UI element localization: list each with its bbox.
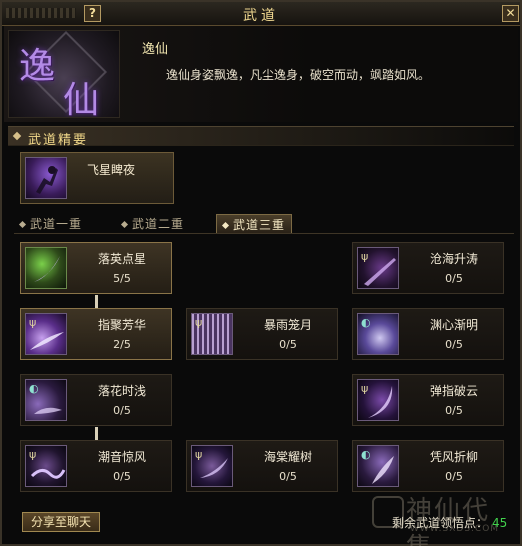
purple-sword-strike-icon: ψ xyxy=(357,247,399,289)
skill-connector xyxy=(95,427,98,441)
skill-slot[interactable]: 落英点星 5/5 xyxy=(20,242,172,294)
skill-slot[interactable]: ψ 海棠耀树 0/5 xyxy=(186,440,338,492)
skill-connector xyxy=(95,295,98,309)
tier-tabs: 武道一重 武道二重 武道三重 xyxy=(14,214,514,234)
skill-name: 沧海升涛 xyxy=(429,252,478,266)
path-emblem: 逸 仙 xyxy=(8,30,120,118)
tab-bullet-icon xyxy=(18,220,27,229)
purple-rain-icon: ψ xyxy=(191,313,233,355)
skill-level: 5/5 xyxy=(113,272,131,285)
skill-name: 暴雨笼月 xyxy=(263,318,312,332)
path-header: 逸 仙 逸仙 逸仙身姿飘逸，凡尘逸身，破空而动，飒踏如风。 xyxy=(4,26,518,122)
skill-slot[interactable]: ψ 暴雨笼月 0/5 xyxy=(186,308,338,360)
tab-label: 武道三重 xyxy=(233,218,286,232)
tab-label: 武道二重 xyxy=(132,217,185,231)
emblem-char-1: 逸 xyxy=(19,46,56,87)
tab-divider xyxy=(14,233,514,234)
skill-name: 潮音惊风 xyxy=(97,450,146,464)
skill-name: 弹指破云 xyxy=(429,384,478,398)
skill-level: 0/5 xyxy=(279,470,297,483)
remaining-points-value: 45 xyxy=(492,516,508,530)
skill-name: 渊心渐明 xyxy=(429,318,478,332)
tab-tier-1[interactable]: 武道一重 xyxy=(14,214,88,234)
tab-bullet-icon xyxy=(120,220,129,229)
tier-mark-icon: ψ xyxy=(29,448,37,461)
purple-comet-icon: ◐ xyxy=(25,379,67,421)
essence-section-bar: 武道精要 xyxy=(8,126,514,148)
skill-slot[interactable]: ◐ 落花时浅 0/5 xyxy=(20,374,172,426)
tier-mark-icon: ψ xyxy=(195,316,203,329)
skill-level: 0/5 xyxy=(279,338,297,351)
tier-mark-icon: ◐ xyxy=(29,382,39,395)
tier-mark-icon: ψ xyxy=(195,448,203,461)
window-title: 武道 xyxy=(243,8,279,24)
skill-level: 0/5 xyxy=(445,272,463,285)
title-bar[interactable]: ? 武道 ✕ xyxy=(2,2,520,26)
tab-tier-2[interactable]: 武道二重 xyxy=(116,214,190,234)
skill-name: 落英点星 xyxy=(97,252,146,266)
shadow-warrior-icon xyxy=(25,157,67,199)
skill-name: 海棠耀树 xyxy=(263,450,312,464)
skill-level: 0/5 xyxy=(445,338,463,351)
skill-tree: 落英点星 5/5 ψ 沧海升涛 0/5 ψ 指聚芳华 2/5 ψ 暴雨笼月 0/… xyxy=(8,238,514,500)
skill-name: 落花时浅 xyxy=(97,384,146,398)
skill-level: 0/5 xyxy=(445,470,463,483)
share-to-chat-button[interactable]: 分享至聊天 xyxy=(22,512,100,532)
tier-mark-icon: ◐ xyxy=(361,316,371,329)
skill-slot[interactable]: ◐ 凭风折柳 0/5 xyxy=(352,440,504,492)
essence-section-title: 武道精要 xyxy=(28,133,89,148)
tab-bullet-icon xyxy=(221,221,230,230)
tier-mark-icon: ψ xyxy=(361,250,369,263)
tab-tier-3[interactable]: 武道三重 xyxy=(216,214,293,234)
tier-mark-icon: ψ xyxy=(29,316,37,329)
essence-skill-slot[interactable]: 飞星睥夜 xyxy=(20,152,174,204)
remaining-points-label: 剩余武道领悟点： xyxy=(392,516,489,530)
skill-slot[interactable]: ψ 指聚芳华 2/5 xyxy=(20,308,172,360)
green-moon-slash-icon xyxy=(25,247,67,289)
tab-label: 武道一重 xyxy=(30,217,83,231)
purple-wind-icon: ◐ xyxy=(357,445,399,487)
martial-path-window: ? 武道 ✕ 逸 仙 逸仙 逸仙身姿飘逸，凡尘逸身，破空而动，飒踏如风。 武道精… xyxy=(0,0,522,546)
purple-wave-icon: ψ xyxy=(25,445,67,487)
skill-slot[interactable]: ψ 弹指破云 0/5 xyxy=(352,374,504,426)
skill-slot[interactable]: ψ 潮音惊风 0/5 xyxy=(20,440,172,492)
section-bullet-icon xyxy=(12,131,22,141)
remaining-points: 剩余武道领悟点： 45 xyxy=(392,514,507,531)
skill-level: 2/5 xyxy=(113,338,131,351)
emblem-char-2: 仙 xyxy=(63,80,100,118)
blue-glow-icon: ◐ xyxy=(357,313,399,355)
skill-level: 0/5 xyxy=(445,404,463,417)
skill-level: 0/5 xyxy=(113,470,131,483)
skill-slot[interactable]: ψ 沧海升涛 0/5 xyxy=(352,242,504,294)
path-description: 逸仙身姿飘逸，凡尘逸身，破空而动，飒踏如风。 xyxy=(166,68,431,82)
skill-level: 0/5 xyxy=(113,404,131,417)
purple-slash-icon: ψ xyxy=(25,313,67,355)
essence-skill-name: 飞星睥夜 xyxy=(87,163,136,177)
skill-name: 凭风折柳 xyxy=(429,450,478,464)
purple-arc-icon: ψ xyxy=(357,379,399,421)
path-name: 逸仙 xyxy=(142,42,169,57)
skill-slot[interactable]: ◐ 渊心渐明 0/5 xyxy=(352,308,504,360)
tier-mark-icon: ◐ xyxy=(361,448,371,461)
tier-mark-icon: ψ xyxy=(361,382,369,395)
close-button[interactable]: ✕ xyxy=(502,5,519,22)
purple-petal-icon: ψ xyxy=(191,445,233,487)
skill-name: 指聚芳华 xyxy=(97,318,146,332)
